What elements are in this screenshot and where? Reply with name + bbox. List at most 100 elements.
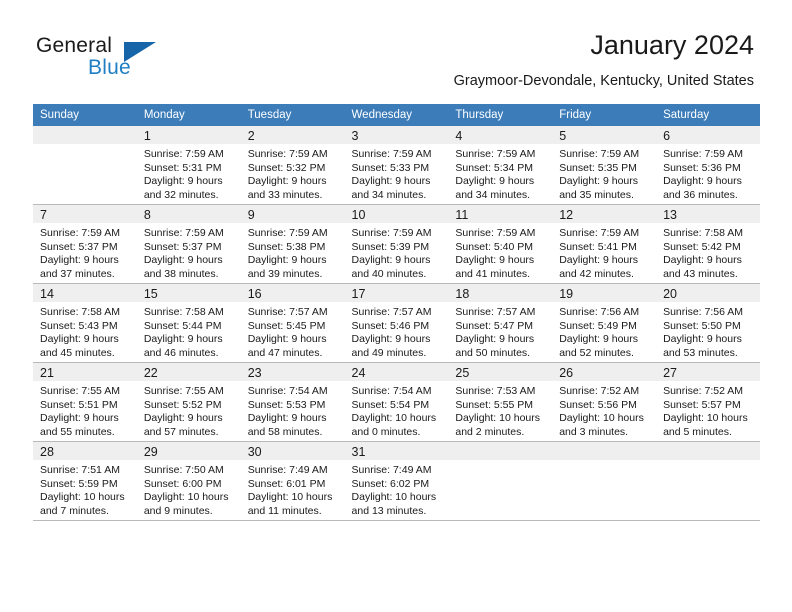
day-cell-inner: 21 Sunrise: 7:55 AM Sunset: 5:51 PM Dayligh… xyxy=(33,363,137,441)
daylight-text: Daylight: 9 hours xyxy=(663,333,742,346)
day-number-strip: 17 xyxy=(344,284,449,302)
calendar-day-cell[interactable]: 17 Sunrise: 7:57 AM Sunset: 5:46 PM Dayligh… xyxy=(344,283,449,363)
calendar-day-cell[interactable]: 2 Sunrise: 7:59 AM Sunset: 5:32 PM Daylight… xyxy=(240,126,345,205)
daylight-text-cont: and 33 minutes. xyxy=(247,188,323,201)
sunset-text: Sunset: 5:34 PM xyxy=(455,161,534,174)
calendar-day-cell[interactable]: 28 Sunrise: 7:51 AM Sunset: 5:59 PM Dayligh… xyxy=(33,441,137,521)
sunrise-text: Sunrise: 7:58 AM xyxy=(663,227,744,239)
sunrise-text: Sunrise: 7:56 AM xyxy=(663,306,744,318)
day-number: 15 xyxy=(143,287,158,301)
sunset-text: Sunset: 6:00 PM xyxy=(143,477,222,490)
calendar-day-cell[interactable]: 30 Sunrise: 7:49 AM Sunset: 6:01 PM Dayligh… xyxy=(240,441,345,521)
sunset-text: Sunset: 5:57 PM xyxy=(663,398,741,411)
calendar-day-cell[interactable]: 25 Sunrise: 7:53 AM Sunset: 5:55 PM Dayligh… xyxy=(448,362,553,442)
day-number: 7 xyxy=(40,208,47,222)
calendar-day-cell[interactable]: 27 Sunrise: 7:52 AM Sunset: 5:57 PM Dayligh… xyxy=(656,362,760,442)
calendar-day-cell[interactable]: 23 Sunrise: 7:54 AM Sunset: 5:53 PM Dayligh… xyxy=(240,362,345,442)
calendar-day-cell[interactable]: 4 Sunrise: 7:59 AM Sunset: 5:34 PM Daylight… xyxy=(448,126,553,205)
day-number: 18 xyxy=(455,287,470,301)
daylight-text: Daylight: 10 hours xyxy=(455,412,541,425)
daylight-text-cont: and 13 minutes. xyxy=(351,504,427,517)
calendar-day-cell[interactable]: 14 Sunrise: 7:58 AM Sunset: 5:43 PM Dayligh… xyxy=(33,283,137,363)
daylight-text-cont: and 40 minutes. xyxy=(351,267,427,280)
day-number-strip: 29 xyxy=(136,442,241,460)
day-number: 12 xyxy=(559,208,574,222)
weekday-header-friday: Friday xyxy=(552,104,657,126)
day-detail-lines: Sunrise: 7:49 AM Sunset: 6:01 PM Daylight:… xyxy=(241,460,345,518)
calendar-day-cell[interactable]: 8 Sunrise: 7:59 AM Sunset: 5:37 PM Daylight… xyxy=(136,204,241,284)
calendar-day-cell[interactable]: 13 Sunrise: 7:58 AM Sunset: 5:42 PM Dayligh… xyxy=(656,204,760,284)
calendar-day-cell[interactable]: 15 Sunrise: 7:58 AM Sunset: 5:44 PM Dayligh… xyxy=(136,283,241,363)
calendar-week-row: 21 Sunrise: 7:55 AM Sunset: 5:51 PM Dayligh… xyxy=(33,362,760,442)
sunrise-text: Sunrise: 7:59 AM xyxy=(455,227,536,239)
sunset-text: Sunset: 5:56 PM xyxy=(559,398,637,411)
calendar-day-cell[interactable]: 16 Sunrise: 7:57 AM Sunset: 5:45 PM Dayligh… xyxy=(240,283,345,363)
sunrise-text: Sunrise: 7:59 AM xyxy=(247,227,328,239)
day-number-strip: 22 xyxy=(136,363,241,381)
day-detail-lines: Sunrise: 7:49 AM Sunset: 6:02 PM Daylight:… xyxy=(345,460,449,518)
weekday-header-sunday: Sunday xyxy=(33,104,137,126)
day-detail-lines: Sunrise: 7:52 AM Sunset: 5:56 PM Daylight:… xyxy=(552,381,656,439)
sunrise-text: Sunrise: 7:56 AM xyxy=(559,306,640,318)
daylight-text: Daylight: 9 hours xyxy=(559,333,639,346)
sunset-text: Sunset: 5:44 PM xyxy=(143,319,222,332)
day-number-strip: 28 xyxy=(33,442,137,460)
day-number-strip: 4 xyxy=(448,126,553,144)
daylight-text: Daylight: 10 hours xyxy=(247,491,333,504)
location-subtitle: Graymoor-Devondale, Kentucky, United Sta… xyxy=(453,73,754,89)
weekday-header-tuesday: Tuesday xyxy=(240,104,345,126)
daylight-text-cont: and 46 minutes. xyxy=(143,346,219,359)
daylight-text-cont: and 5 minutes. xyxy=(663,425,732,438)
day-cell-inner: 12 Sunrise: 7:59 AM Sunset: 5:41 PM Dayligh… xyxy=(552,205,657,283)
calendar-day-cell[interactable]: 26 Sunrise: 7:52 AM Sunset: 5:56 PM Dayligh… xyxy=(552,362,657,442)
daylight-text: Daylight: 9 hours xyxy=(455,333,535,346)
calendar-day-cell[interactable]: 7 Sunrise: 7:59 AM Sunset: 5:37 PM Daylight… xyxy=(33,204,137,284)
day-cell-inner xyxy=(448,442,553,520)
day-number-strip xyxy=(552,442,657,460)
daylight-text-cont: and 55 minutes. xyxy=(40,425,115,438)
day-number: 2 xyxy=(247,129,255,143)
calendar-day-cell[interactable]: 24 Sunrise: 7:54 AM Sunset: 5:54 PM Dayligh… xyxy=(344,362,449,442)
calendar-day-cell[interactable]: 5 Sunrise: 7:59 AM Sunset: 5:35 PM Daylight… xyxy=(552,126,657,205)
weekday-header-wednesday: Wednesday xyxy=(344,104,449,126)
daylight-text: Daylight: 9 hours xyxy=(143,175,223,188)
daylight-text: Daylight: 9 hours xyxy=(143,254,223,267)
sunset-text: Sunset: 5:39 PM xyxy=(351,240,430,253)
sunrise-text: Sunrise: 7:52 AM xyxy=(663,385,744,397)
calendar-day-cell[interactable]: 29 Sunrise: 7:50 AM Sunset: 6:00 PM Dayligh… xyxy=(136,441,241,521)
calendar-day-cell[interactable]: 19 Sunrise: 7:56 AM Sunset: 5:49 PM Dayligh… xyxy=(552,283,657,363)
day-number-strip xyxy=(656,442,760,460)
calendar-day-cell[interactable]: 18 Sunrise: 7:57 AM Sunset: 5:47 PM Dayligh… xyxy=(448,283,553,363)
calendar-day-cell[interactable]: 21 Sunrise: 7:55 AM Sunset: 5:51 PM Dayligh… xyxy=(33,362,137,442)
calendar-day-cell[interactable]: 20 Sunrise: 7:56 AM Sunset: 5:50 PM Dayligh… xyxy=(656,283,760,363)
sunset-text: Sunset: 6:01 PM xyxy=(247,477,326,490)
day-number-strip: 19 xyxy=(552,284,657,302)
daylight-text: Daylight: 9 hours xyxy=(247,175,327,188)
calendar-week-row: 28 Sunrise: 7:51 AM Sunset: 5:59 PM Dayligh… xyxy=(33,441,760,521)
day-cell-inner: 14 Sunrise: 7:58 AM Sunset: 5:43 PM Dayligh… xyxy=(33,284,137,362)
sunset-text: Sunset: 5:38 PM xyxy=(247,240,326,253)
sunrise-text: Sunrise: 7:59 AM xyxy=(455,148,536,160)
calendar-day-cell[interactable]: 22 Sunrise: 7:55 AM Sunset: 5:52 PM Dayligh… xyxy=(136,362,241,442)
day-number-strip: 10 xyxy=(344,205,449,223)
calendar-day-cell[interactable]: 11 Sunrise: 7:59 AM Sunset: 5:40 PM Dayligh… xyxy=(448,204,553,284)
calendar-day-cell[interactable]: 12 Sunrise: 7:59 AM Sunset: 5:41 PM Dayligh… xyxy=(552,204,657,284)
brand-logo[interactable]: General Blue xyxy=(36,34,176,84)
sunset-text: Sunset: 5:35 PM xyxy=(559,161,637,174)
calendar-day-cell[interactable]: 3 Sunrise: 7:59 AM Sunset: 5:33 PM Daylight… xyxy=(344,126,449,205)
day-cell-inner: 18 Sunrise: 7:57 AM Sunset: 5:47 PM Dayligh… xyxy=(448,284,553,362)
calendar-day-cell[interactable]: 10 Sunrise: 7:59 AM Sunset: 5:39 PM Dayligh… xyxy=(344,204,449,284)
day-cell-inner: 1 Sunrise: 7:59 AM Sunset: 5:31 PM Daylight… xyxy=(136,126,241,204)
day-number-strip: 5 xyxy=(552,126,657,144)
sunrise-text: Sunrise: 7:59 AM xyxy=(247,148,328,160)
calendar-day-cell[interactable]: 31 Sunrise: 7:49 AM Sunset: 6:02 PM Dayligh… xyxy=(344,441,449,521)
day-number: 14 xyxy=(40,287,54,301)
day-number-strip: 31 xyxy=(344,442,449,460)
calendar-day-cell[interactable]: 1 Sunrise: 7:59 AM Sunset: 5:31 PM Daylight… xyxy=(136,126,241,205)
daylight-text: Daylight: 9 hours xyxy=(247,254,327,267)
daylight-text: Daylight: 9 hours xyxy=(663,175,742,188)
sunrise-text: Sunrise: 7:49 AM xyxy=(247,464,328,476)
calendar-day-cell[interactable]: 9 Sunrise: 7:59 AM Sunset: 5:38 PM Daylight… xyxy=(240,204,345,284)
sunrise-text: Sunrise: 7:59 AM xyxy=(351,227,432,239)
calendar-day-cell[interactable]: 6 Sunrise: 7:59 AM Sunset: 5:36 PM Daylight… xyxy=(656,126,760,205)
